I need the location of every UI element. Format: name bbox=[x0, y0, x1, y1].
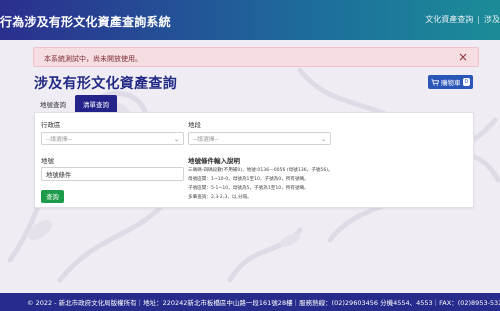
close-icon[interactable]: × bbox=[458, 50, 468, 64]
test-alert: 本系統測試中，尚未開放使用。 × bbox=[33, 47, 479, 67]
cart-icon bbox=[431, 78, 439, 86]
section-select-value: --請選擇-- bbox=[193, 137, 219, 143]
chevron-down-icon: ⌄ bbox=[320, 136, 326, 143]
help-line: 多筆查詢：2,3-2,3，以,分隔。 bbox=[188, 195, 252, 200]
site-title[interactable]: 行為涉及有形文化資產查詢系統 bbox=[0, 13, 171, 30]
header-link-heritage-search[interactable]: 文化資產查詢 bbox=[425, 15, 473, 24]
district-select-value: --請選擇-- bbox=[46, 137, 72, 143]
chevron-down-icon: ⌄ bbox=[173, 136, 179, 143]
cart-label: 購物車 bbox=[441, 79, 461, 87]
top-navbar: 行為涉及有形文化資產查詢系統 文化資產查詢 | 涉及 bbox=[0, 0, 500, 40]
help-line: 三碼碼-四碼段數(不用補0)，地號:0136—0056 (母號136，子號56)… bbox=[188, 168, 333, 173]
alert-message: 本系統測試中，尚未開放使用。 bbox=[44, 55, 142, 63]
help-line: 子號區間：5-1~10，母號為5，子號為1至10，所有號碼。 bbox=[188, 186, 309, 191]
help-line: 母號區間：1~10-0，母號為1至10，子號為0，所有號碼。 bbox=[188, 177, 309, 182]
footer: © 2022 - 新北市政府文化局版權所有｜地址：220242新北市板橋區中山路… bbox=[0, 293, 500, 311]
parcel-input[interactable]: 地號條件 bbox=[41, 167, 184, 181]
parcel-label: 地號 bbox=[41, 157, 54, 165]
header-links: 文化資產查詢 | 涉及 bbox=[425, 14, 500, 25]
section-select[interactable]: --請選擇-- ⌄ bbox=[188, 132, 331, 145]
cart-count-badge: 0 bbox=[462, 78, 470, 86]
district-select[interactable]: --請選擇-- ⌄ bbox=[41, 132, 184, 145]
tab-parcel-query[interactable]: 地號查詢 bbox=[34, 95, 72, 112]
page-title: 涉及有形文化資產查詢 bbox=[34, 76, 177, 92]
section-label: 地段 bbox=[188, 121, 201, 129]
footer-text: © 2022 - 新北市政府文化局版權所有｜地址：220242新北市板橋區中山路… bbox=[27, 299, 500, 307]
tab-list-query[interactable]: 清單查詢 bbox=[75, 95, 117, 112]
cart-button[interactable]: 購物車 0 bbox=[428, 75, 473, 89]
help-title: 地號條件輸入說明 bbox=[188, 157, 240, 165]
search-button[interactable]: 查詢 bbox=[41, 190, 64, 203]
district-label: 行政區 bbox=[41, 121, 61, 129]
header-link-separator: | bbox=[477, 15, 480, 24]
query-form-card: 行政區 --請選擇-- ⌄ 地段 --請選擇-- ⌄ 地號 地號條件 查詢 地號… bbox=[34, 112, 474, 208]
header-link-involved[interactable]: 涉及 bbox=[484, 15, 500, 24]
